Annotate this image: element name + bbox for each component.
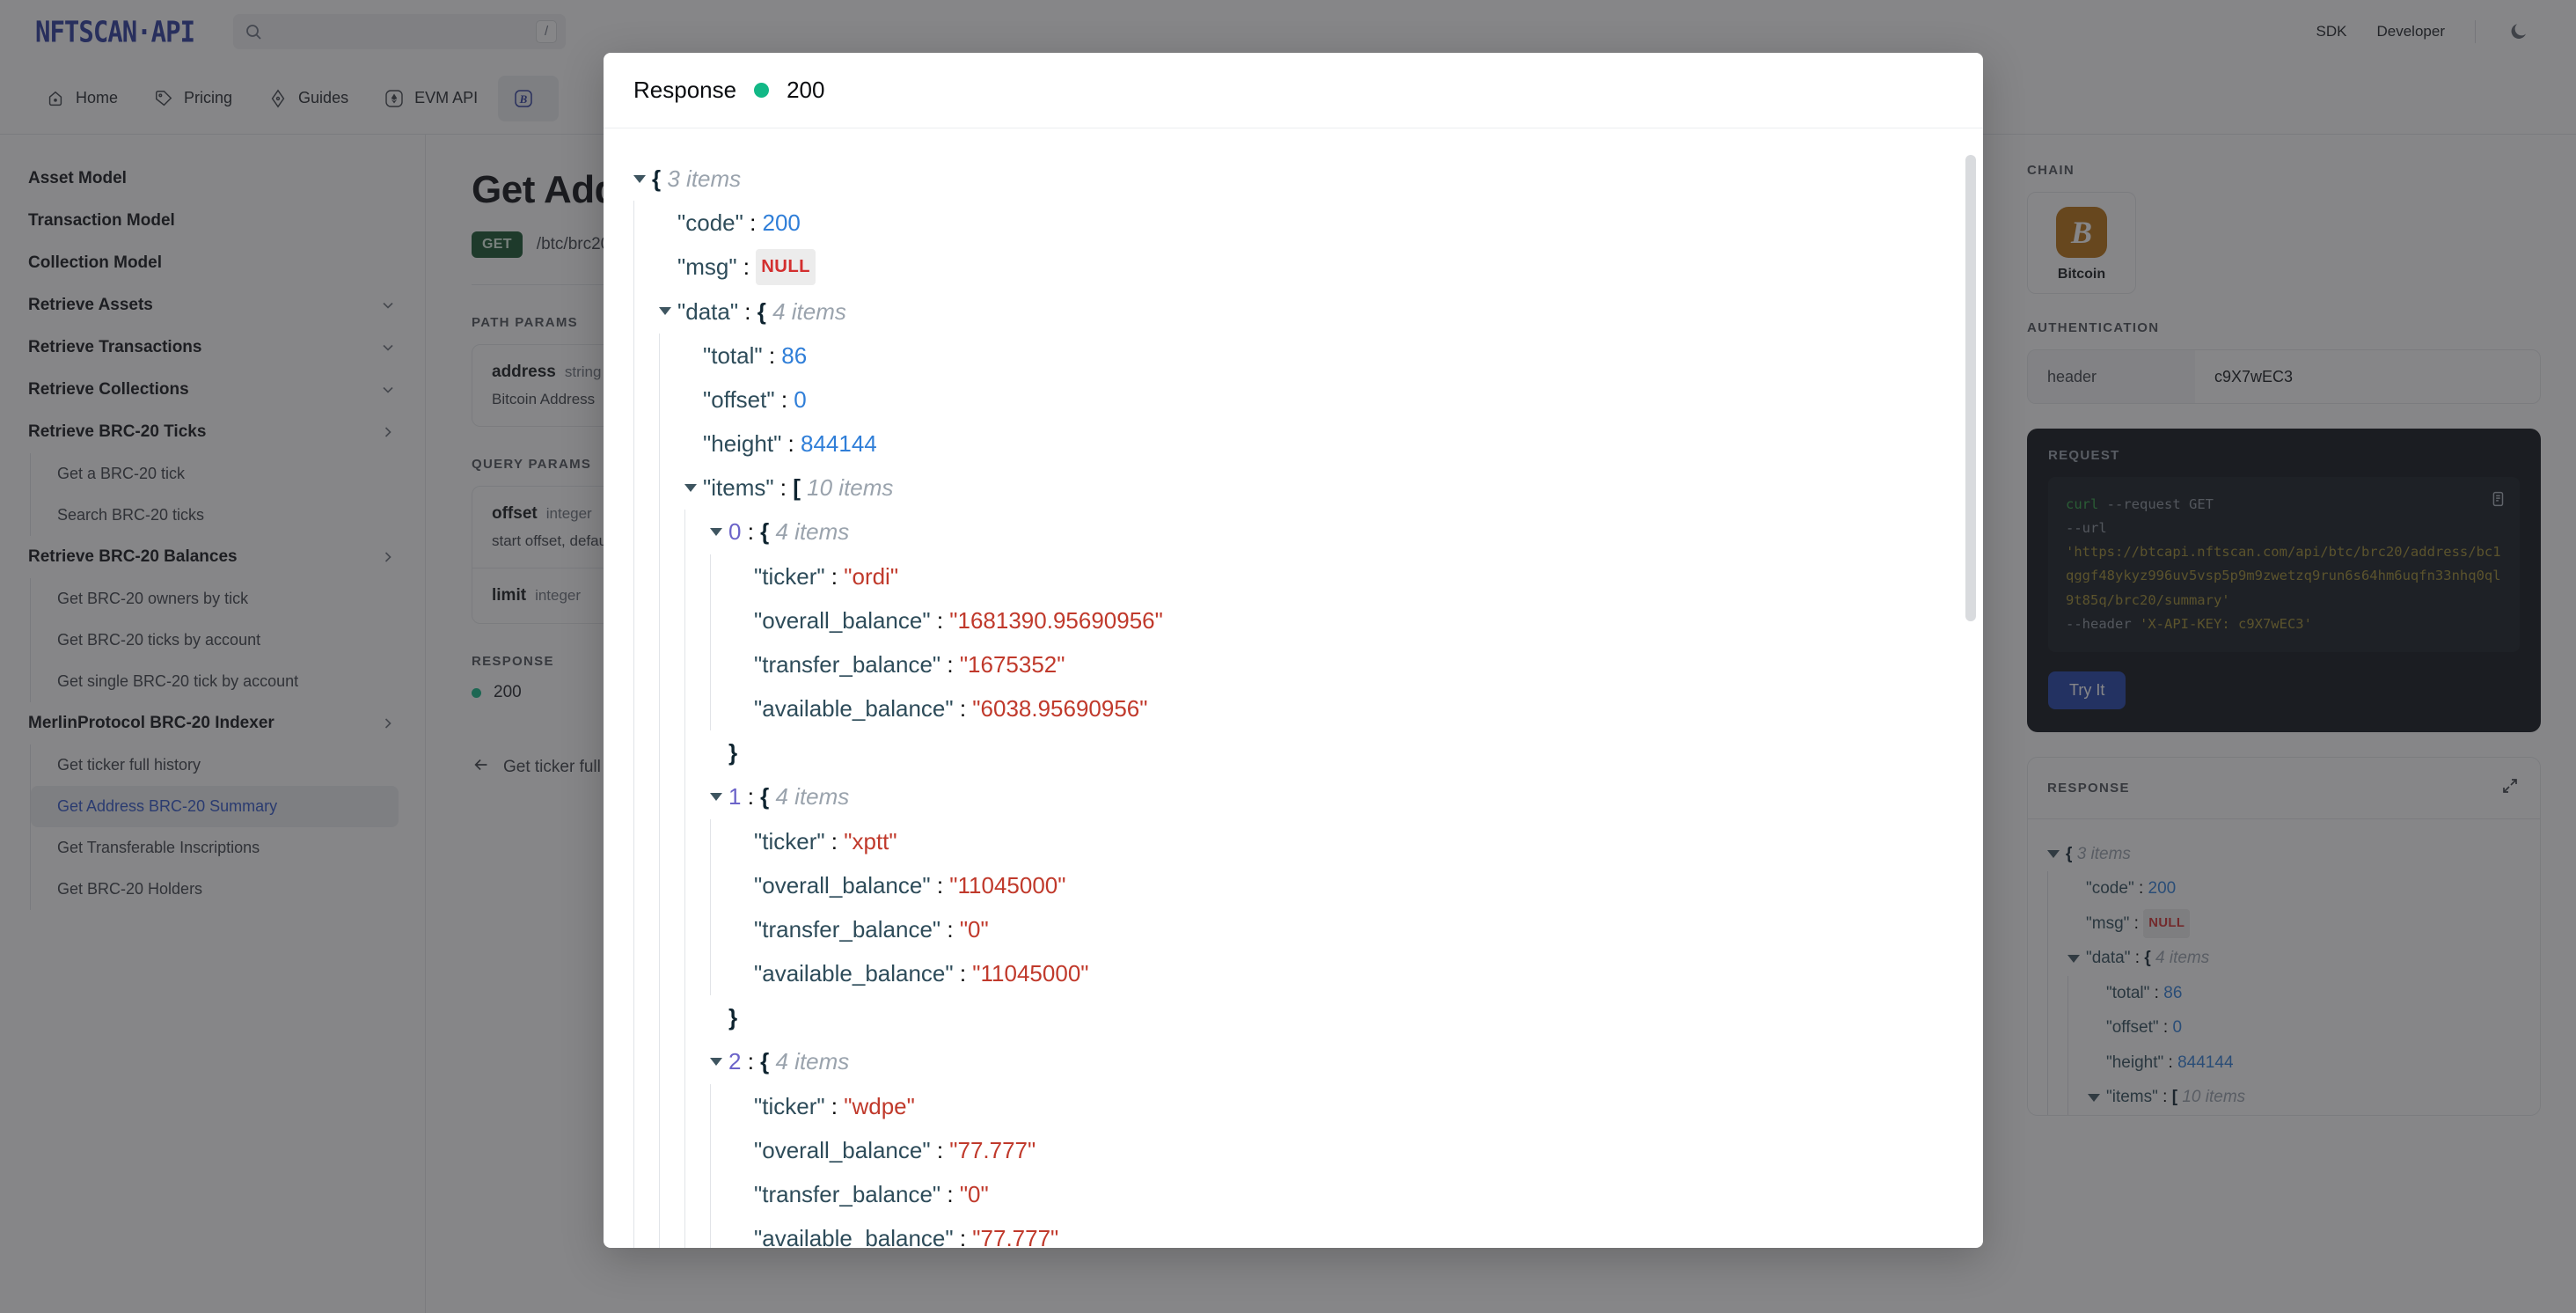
json-array-item-body: "ticker" : "wdpe" "overall_balance" : "7…: [710, 1083, 1943, 1248]
json-row-overall-balance: "overall_balance" : "77.777": [735, 1128, 1943, 1172]
json-array-item-header[interactable]: 2 : { 4 items: [710, 1039, 1943, 1083]
json-key: "total": [703, 341, 763, 369]
json-key: "code": [677, 209, 743, 237]
json-row-overall-balance: "overall_balance" : "1681390.95690956": [735, 598, 1943, 642]
json-brace: {: [652, 165, 662, 192]
json-array-item-close: }: [710, 995, 1943, 1039]
modal-title: Response: [633, 77, 737, 103]
caret-icon[interactable]: [659, 307, 671, 316]
json-array-item-header[interactable]: 0 : { 4 items: [710, 510, 1943, 554]
json-brace: {: [760, 783, 770, 811]
json-value: "0": [959, 1180, 989, 1207]
json-array-index: 1: [728, 783, 742, 811]
json-row-msg: "msg" : NULL: [659, 245, 1943, 289]
json-item-count: 4 items: [772, 297, 846, 325]
json-row-overall-balance: "overall_balance" : "11045000": [735, 863, 1943, 907]
json-item-count: 4 items: [775, 518, 850, 546]
json-key: "overall_balance": [754, 871, 931, 899]
json-key: "overall_balance": [754, 1136, 931, 1163]
json-row-ticker: "ticker" : "xptt": [735, 819, 1943, 863]
json-value: "77.777": [949, 1136, 1036, 1163]
json-key: "ticker": [754, 562, 825, 590]
json-item-count: 3 items: [667, 165, 742, 192]
json-key: "items": [703, 474, 774, 502]
modal-header: Response 200: [604, 53, 1983, 128]
json-brace: }: [728, 1004, 738, 1031]
json-key: "ticker": [754, 827, 825, 855]
json-level-1: "code" : 200 "msg" : NULL "data" : { 4 i…: [633, 201, 1943, 1248]
json-brace: {: [760, 1048, 770, 1075]
json-key: "overall_balance": [754, 606, 931, 634]
json-row-available-balance: "available_balance" : "6038.95690956": [735, 686, 1943, 730]
json-row-offset: "offset" : 0: [684, 378, 1943, 422]
caret-icon[interactable]: [710, 792, 722, 801]
json-value: 86: [781, 341, 808, 369]
json-row-ticker: "ticker" : "wdpe": [735, 1084, 1943, 1128]
json-item-count: 4 items: [775, 783, 850, 811]
json-brace: {: [760, 518, 770, 546]
json-null-badge: NULL: [756, 248, 816, 285]
json-value: "77.777": [972, 1225, 1059, 1248]
json-value: 200: [762, 209, 801, 237]
json-value: "1681390.95690956": [949, 606, 1163, 634]
json-key: "data": [677, 297, 739, 325]
caret-icon[interactable]: [710, 1058, 722, 1067]
json-array-item-close: }: [710, 730, 1943, 774]
caret-icon[interactable]: [633, 174, 646, 183]
json-key: "available_balance": [754, 960, 954, 987]
json-value: 0: [794, 385, 807, 413]
modal-scrollbar-thumb[interactable]: [1965, 155, 1976, 621]
json-row-total: "total" : 86: [684, 334, 1943, 378]
json-key: "transfer_balance": [754, 1180, 941, 1207]
json-root-row[interactable]: { 3 items: [633, 157, 1943, 201]
json-item-count: 10 items: [807, 474, 894, 502]
json-level-2: "total" : 86 "offset" : 0 "height" : 844…: [659, 333, 1943, 1248]
json-row-height: "height" : 844144: [684, 422, 1943, 466]
json-array-item-body: "ticker" : "ordi" "overall_balance" : "1…: [710, 554, 1943, 731]
json-key: "transfer_balance": [754, 915, 941, 943]
json-row-available-balance: "available_balance" : "11045000": [735, 951, 1943, 995]
json-value: "6038.95690956": [972, 695, 1148, 723]
json-items-array: 0 : { 4 items "ticker" : "ordi" "overall…: [684, 510, 1943, 1248]
json-value: 844144: [800, 430, 877, 458]
json-item-count: 4 items: [775, 1048, 850, 1075]
json-row-transfer-balance: "transfer_balance" : "0": [735, 1172, 1943, 1216]
json-array-item-body: "ticker" : "xptt" "overall_balance" : "1…: [710, 818, 1943, 996]
json-brace: {: [757, 297, 766, 325]
json-key: "ticker": [754, 1092, 825, 1119]
json-key: "available_balance": [754, 695, 954, 723]
json-key: "available_balance": [754, 1225, 954, 1248]
json-array-index: 0: [728, 518, 742, 546]
json-array-index: 2: [728, 1048, 742, 1075]
modal-scrollbar[interactable]: [1965, 128, 1976, 1248]
json-row-ticker: "ticker" : "ordi": [735, 554, 1943, 598]
json-row-data[interactable]: "data" : { 4 items: [659, 290, 1943, 334]
json-row-code: "code" : 200: [659, 201, 1943, 245]
json-row-transfer-balance: "transfer_balance" : "0": [735, 907, 1943, 951]
json-value: "wdpe": [844, 1092, 915, 1119]
modal-body[interactable]: { 3 items "code" : 200 "msg" : NULL "dat…: [604, 128, 1983, 1248]
json-row-available-balance: "available_balance" : "77.777": [735, 1216, 1943, 1248]
json-brace: }: [728, 739, 738, 767]
json-key: "height": [703, 430, 782, 458]
caret-icon[interactable]: [710, 527, 722, 536]
json-key: "transfer_balance": [754, 650, 941, 678]
json-value: "xptt": [844, 827, 897, 855]
status-dot-icon: [754, 83, 770, 98]
json-brace: [: [793, 474, 801, 502]
json-key: "msg": [677, 253, 737, 281]
modal-json-tree: { 3 items "code" : 200 "msg" : NULL "dat…: [633, 157, 1943, 1248]
caret-icon[interactable]: [684, 483, 697, 492]
response-modal: Response 200 { 3 items "code" : 200 "msg…: [604, 53, 1983, 1248]
json-value: "11045000": [949, 871, 1066, 899]
json-row-items[interactable]: "items" : [ 10 items: [684, 466, 1943, 510]
json-key: "offset": [703, 385, 775, 413]
json-row-transfer-balance: "transfer_balance" : "1675352": [735, 642, 1943, 686]
json-value: "ordi": [844, 562, 899, 590]
modal-status-code: 200: [787, 77, 825, 103]
json-value: "0": [959, 915, 989, 943]
json-value: "1675352": [959, 650, 1065, 678]
json-value: "11045000": [972, 960, 1089, 987]
json-array-item-header[interactable]: 1 : { 4 items: [710, 774, 1943, 818]
